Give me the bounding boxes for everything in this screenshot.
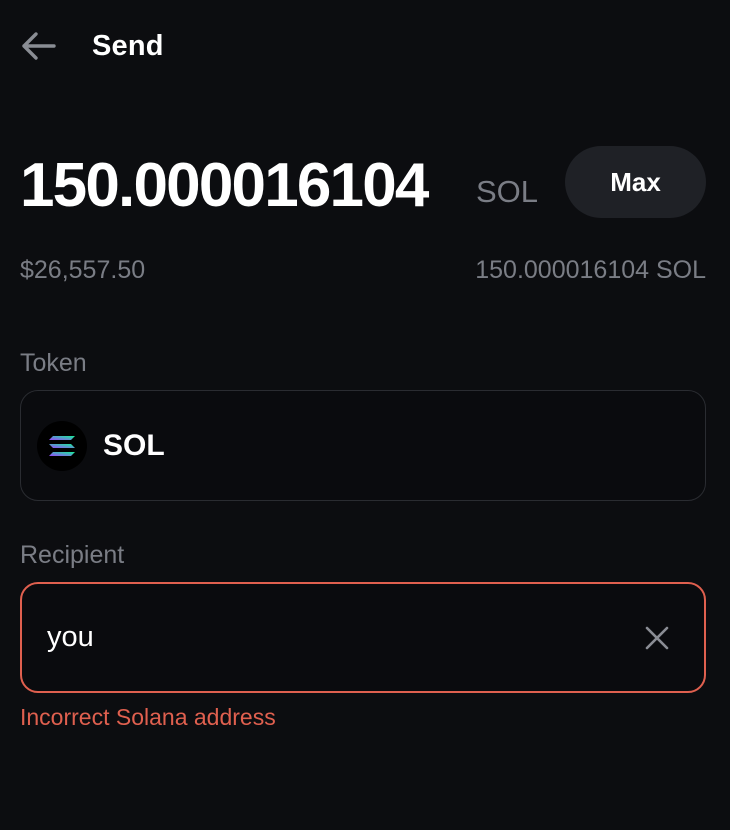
clear-button[interactable] <box>622 603 692 673</box>
recipient-input[interactable] <box>22 584 622 691</box>
header: Send <box>20 24 164 68</box>
send-screen: Send 150.000016104 SOL Max $26,557.50 15… <box>0 0 730 830</box>
amount-row: 150.000016104 SOL Max <box>20 146 706 220</box>
arrow-left-icon <box>22 32 56 60</box>
page-title: Send <box>92 29 164 62</box>
fiat-value: $26,557.50 <box>20 256 146 284</box>
error-message: Incorrect Solana address <box>20 704 276 730</box>
recipient-label: Recipient <box>20 541 125 569</box>
token-label: Token <box>20 349 87 377</box>
max-button[interactable]: Max <box>565 146 706 218</box>
amount-unit: SOL <box>476 174 539 209</box>
token-name: SOL <box>103 428 165 462</box>
solana-logo-icon <box>37 420 87 471</box>
close-icon <box>645 626 669 649</box>
balance[interactable]: 150.000016104 SOL <box>475 256 706 285</box>
token-select[interactable]: SOL <box>20 390 706 501</box>
amount-value[interactable]: 150.000016104 <box>20 150 429 222</box>
back-button[interactable] <box>20 24 64 68</box>
recipient-field <box>20 582 706 693</box>
